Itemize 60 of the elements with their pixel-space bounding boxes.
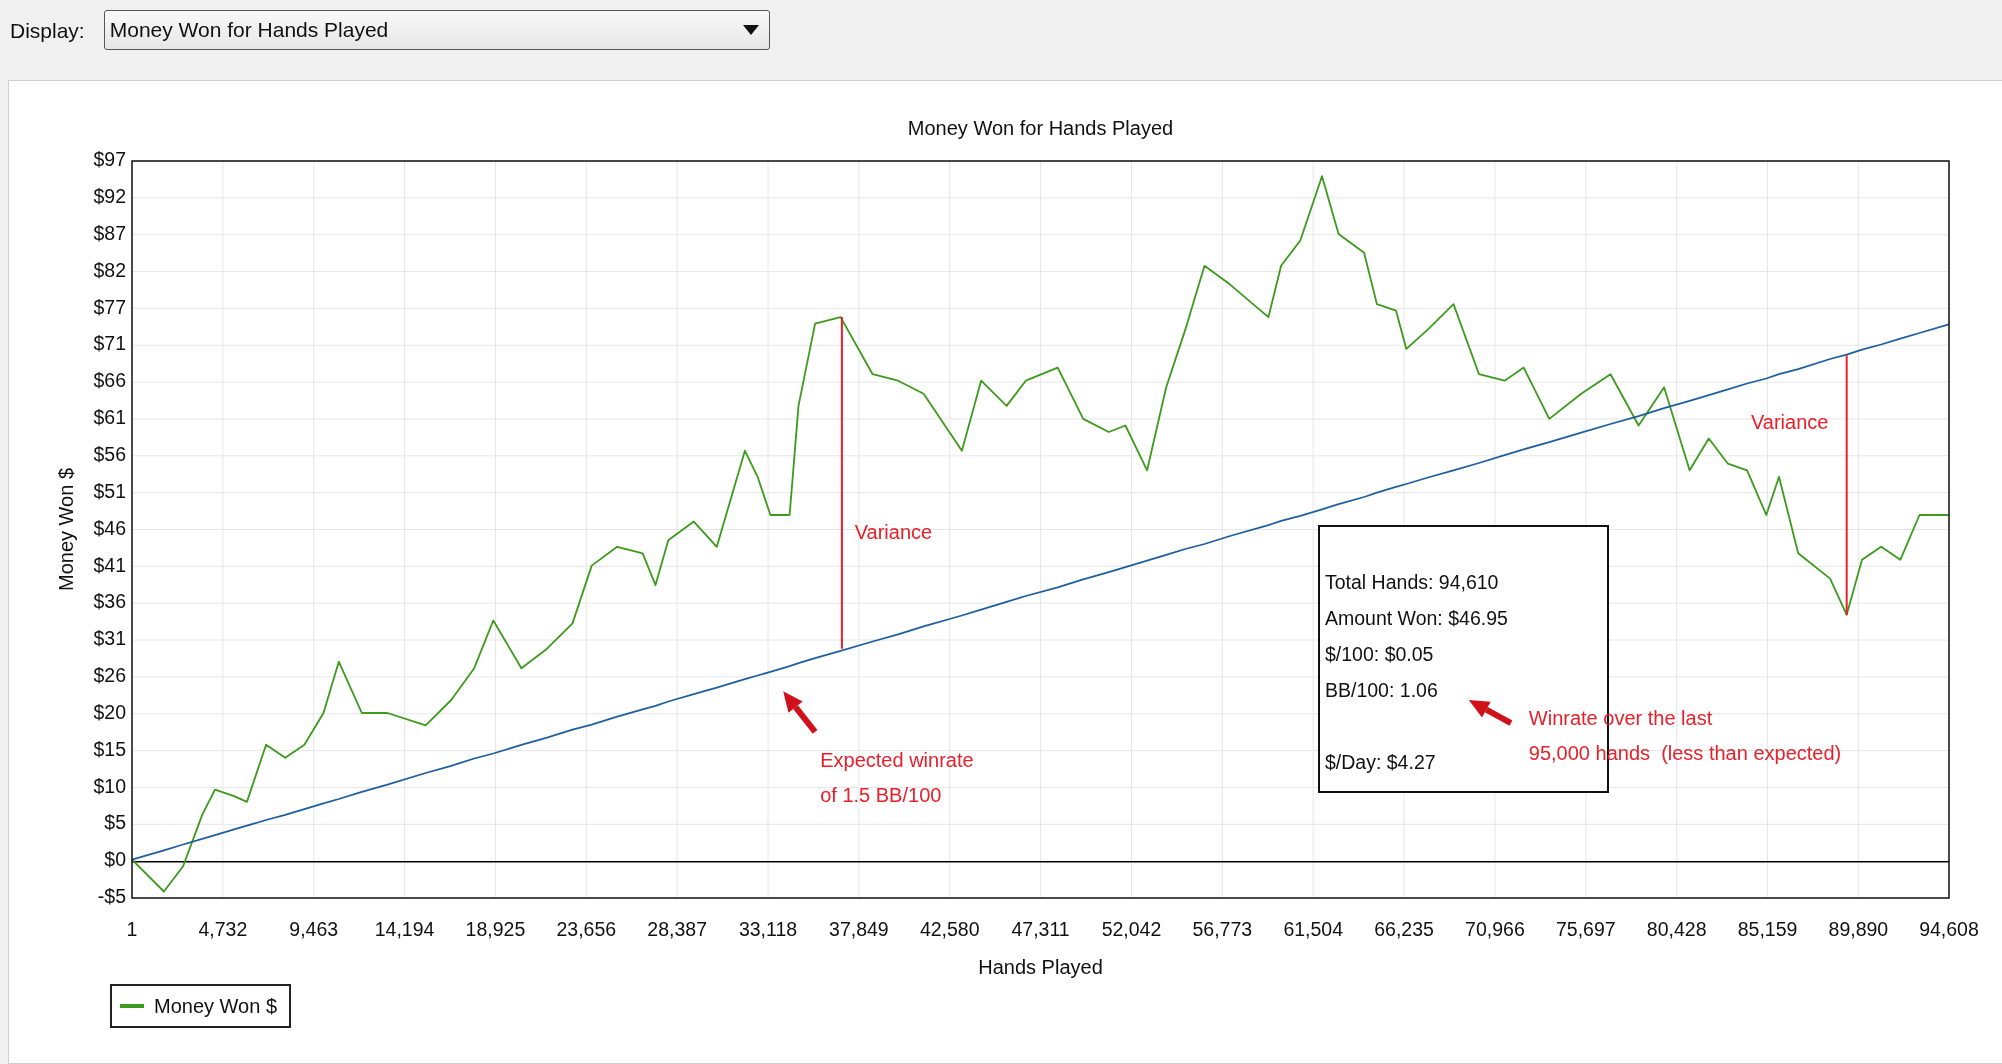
y-tick-label: $0 <box>104 848 126 871</box>
y-tick-label: $87 <box>93 221 126 244</box>
annotation-text: Variance <box>854 521 933 544</box>
y-tick-label: $66 <box>93 369 126 392</box>
y-tick-label: $41 <box>93 553 126 576</box>
x-tick-label: 18,925 <box>465 918 526 940</box>
y-tick-label: $97 <box>93 148 126 171</box>
x-tick-label: 1 <box>126 918 138 940</box>
display-label: Display: <box>10 19 85 43</box>
annotation-text: Expected winrate <box>820 748 974 771</box>
x-tick-label: 14,194 <box>374 918 435 940</box>
y-tick-label: $46 <box>93 516 126 539</box>
arrow-drawing <box>1468 700 1513 726</box>
x-tick-label: 52,042 <box>1101 918 1162 940</box>
y-tick-label: $10 <box>93 774 126 797</box>
x-tick-label: 37,849 <box>829 918 889 940</box>
x-tick-label: 23,656 <box>556 918 617 940</box>
y-tick-label: $51 <box>93 479 126 502</box>
y-tick-label: $36 <box>93 590 126 613</box>
y-tick-label: $5 <box>104 811 126 834</box>
annotation-text: Variance <box>1750 410 1829 433</box>
x-tick-label: 66,235 <box>1374 918 1434 940</box>
arrow-drawing <box>783 691 818 734</box>
x-tick-label: 80,428 <box>1646 918 1707 940</box>
y-tick-label: $92 <box>93 185 126 207</box>
x-axis-title: Hands Played <box>978 956 1103 978</box>
y-tick-label: $15 <box>93 737 126 760</box>
stat-text: $/100: $0.05 <box>1325 643 1434 666</box>
chart-title: Money Won for Hands Played <box>907 117 1174 139</box>
y-axis-title: Money Won $ <box>55 468 77 591</box>
x-tick-label: 85,159 <box>1737 918 1798 940</box>
x-tick-label: 33,118 <box>738 918 798 940</box>
x-tick-label: 9,463 <box>289 918 339 940</box>
y-tick-label: $20 <box>93 700 126 723</box>
x-tick-label: 42,580 <box>919 918 980 940</box>
x-tick-label: 89,890 <box>1828 918 1889 940</box>
stat-text: Total Hands: 94,610 <box>1325 571 1499 594</box>
legend-label: Money Won $ <box>154 994 278 1018</box>
x-tick-label: 4,732 <box>198 918 248 940</box>
x-tick-label: 47,311 <box>1011 918 1070 940</box>
y-tick-label: $71 <box>93 332 126 355</box>
stat-text: $/Day: $4.27 <box>1325 751 1436 774</box>
y-tick-label: $82 <box>93 258 126 281</box>
x-tick-label: 94,608 <box>1919 918 1979 940</box>
x-tick-label: 75,697 <box>1555 918 1616 940</box>
y-tick-label: $26 <box>93 664 126 687</box>
x-tick-label: 70,966 <box>1465 918 1525 940</box>
y-tick-label: $61 <box>93 406 126 429</box>
annotation-text: of 1.5 BB/100 <box>820 784 942 807</box>
y-tick-label: $31 <box>93 627 126 650</box>
display-dropdown[interactable]: Money Won for Hands Played <box>103 10 770 50</box>
x-tick-label: 28,387 <box>647 918 707 940</box>
stat-text: BB/100: 1.06 <box>1325 679 1438 702</box>
y-tick-label: -$5 <box>97 885 126 908</box>
x-tick-label: 61,504 <box>1283 918 1344 940</box>
stat-text: Amount Won: $46.95 <box>1325 607 1508 630</box>
x-tick-label: 56,773 <box>1192 918 1253 940</box>
y-tick-label: $77 <box>93 295 126 318</box>
caret-icon <box>742 25 759 35</box>
y-tick-label: $56 <box>93 442 126 465</box>
